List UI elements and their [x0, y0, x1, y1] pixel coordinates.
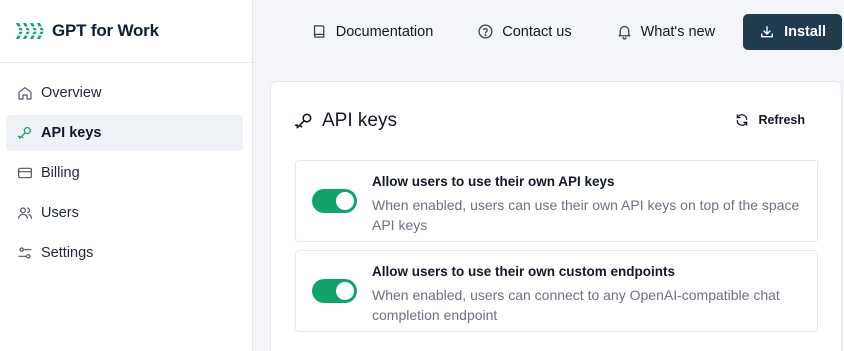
setting-own-api-keys: Allow users to use their own API keys Wh… [295, 160, 818, 242]
install-label: Install [784, 23, 826, 40]
sidebar-item-billing[interactable]: Billing [6, 155, 243, 191]
sidebar-item-label: Billing [41, 165, 80, 181]
whats-new-link[interactable]: What's new [616, 23, 716, 40]
sidebar-item-label: Settings [41, 245, 94, 261]
own-api-keys-toggle[interactable] [312, 189, 357, 213]
refresh-label: Refresh [758, 113, 805, 127]
refresh-icon [737, 114, 748, 126]
gpt-for-work-logo-icon [14, 23, 44, 39]
documentation-label: Documentation [335, 23, 434, 40]
toggle-knob [336, 192, 354, 210]
card-header: API keys [294, 110, 397, 132]
custom-endpoints-toggle[interactable] [312, 279, 357, 303]
contact-us-link[interactable]: Contact us [477, 23, 572, 40]
sidebar-nav: Overview API keys Billing Users Settings [0, 63, 252, 271]
sidebar-item-label: Users [41, 205, 79, 221]
api-keys-card: API keys Refresh Allow users to use thei… [270, 81, 842, 351]
setting-description: When enabled, users can connect to any O… [372, 287, 780, 323]
top-bar: Documentation Contact us What's new Inst… [254, 0, 844, 63]
sidebar-item-api-keys[interactable]: API keys [6, 115, 243, 151]
setting-custom-endpoints: Allow users to use their own custom endp… [295, 250, 818, 332]
sidebar-item-label: Overview [41, 85, 102, 101]
users-icon [17, 205, 33, 221]
key-icon [17, 125, 33, 141]
setting-title: Allow users to use their own API keys [372, 174, 615, 189]
whats-new-label: What's new [640, 23, 716, 40]
brand[interactable]: GPT for Work [0, 0, 252, 63]
setting-title: Allow users to use their own custom endp… [372, 264, 676, 279]
page-title: API keys [322, 110, 397, 131]
toggle-knob [336, 282, 354, 300]
sidebar-item-overview[interactable]: Overview [6, 75, 243, 111]
setting-description: When enabled, users can use their own AP… [372, 197, 800, 233]
sidebar-item-label: API keys [41, 125, 102, 141]
contact-us-label: Contact us [502, 23, 572, 40]
bell-icon [618, 25, 631, 40]
book-icon [313, 25, 325, 38]
documentation-link[interactable]: Documentation [311, 23, 434, 40]
brand-name: GPT for Work [52, 21, 159, 40]
sidebar-item-users[interactable]: Users [6, 195, 243, 231]
credit-card-icon [17, 165, 33, 181]
sidebar: GPT for Work Overview API keys Billing U… [0, 0, 253, 351]
home-icon [17, 85, 33, 101]
download-icon [761, 25, 774, 37]
refresh-button[interactable]: Refresh [735, 113, 805, 127]
sidebar-item-settings[interactable]: Settings [6, 235, 243, 271]
install-button[interactable]: Install [743, 13, 842, 50]
help-circle-icon [478, 24, 493, 39]
sliders-icon [17, 245, 33, 261]
key-icon [294, 113, 312, 129]
